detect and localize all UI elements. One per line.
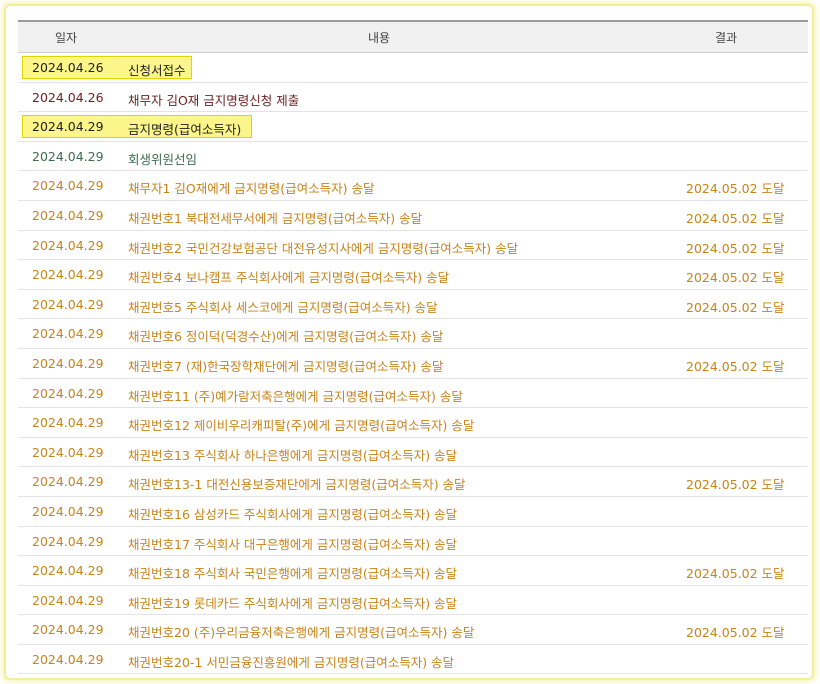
row-content: 채권번호20-1 서민금융진흥원에게 금지명령(급여소득자) 송달: [128, 654, 455, 670]
row-date: 2024.04.26: [32, 89, 104, 105]
table-row: 2024.04.29 금지명령(급여소득자): [18, 112, 808, 142]
row-result: 2024.05.02 도달: [686, 566, 785, 582]
row-content: 금지명령(급여소득자): [128, 122, 242, 138]
case-history-table: 일자 내용 결과 2024.04.26 신청서접수 2024.04.26 채무자…: [18, 20, 808, 675]
table-row: 2024.04.29 채권번호20 (주)우리금융저축은행에게 금지명령(급여소…: [18, 615, 808, 645]
row-content: 채권번호7 (재)한국장학재단에게 금지명령(급여소득자) 송달: [128, 358, 444, 374]
row-content: 채무자1 김O재에게 금지명령(급여소득자) 송달: [128, 181, 375, 197]
table-row: 2024.04.29 채권번호17 주식회사 대구은행에게 금지명령(급여소득자…: [18, 527, 808, 557]
table-row: 2024.04.29 채권번호12 제이비우리캐피탈(주)에게 금지명령(급여소…: [18, 408, 808, 438]
row-content: 채권번호18 주식회사 국민은행에게 금지명령(급여소득자) 송달: [128, 566, 458, 582]
row-date: 2024.04.29: [32, 119, 104, 135]
row-result: 2024.05.02 도달: [686, 358, 785, 374]
row-content: 채권번호5 주식회사 세스코에게 금지명령(급여소득자) 송달: [128, 299, 438, 315]
row-date: 2024.04.29: [32, 592, 104, 608]
row-content: 채권번호17 주식회사 대구은행에게 금지명령(급여소득자) 송달: [128, 536, 458, 552]
row-date: 2024.04.29: [32, 355, 104, 371]
row-date: 2024.04.29: [32, 178, 104, 194]
row-content: 신청서접수: [128, 63, 186, 78]
row-content: 채권번호6 정이덕(덕경수산)에게 금지명령(급여소득자) 송달: [128, 329, 444, 345]
row-date: 2024.04.29: [32, 444, 104, 460]
table-header: 일자 내용 결과: [18, 20, 808, 53]
row-date: 2024.04.29: [32, 533, 104, 549]
row-date: 2024.04.29: [32, 237, 104, 253]
table-row: 2024.04.29 채권번호19 롯데카드 주식회사에게 금지명령(급여소득자…: [18, 586, 808, 616]
row-content: 채권번호16 삼성카드 주식회사에게 금지명령(급여소득자) 송달: [128, 506, 458, 522]
row-content: 채권번호2 국민건강보험공단 대전유성지사에게 금지명령(급여소득자) 송달: [128, 240, 519, 256]
table-row: 2024.04.29 채권번호7 (재)한국장학재단에게 금지명령(급여소득자)…: [18, 349, 808, 379]
table-row: 2024.04.29 채권번호4 보나캠프 주식회사에게 금지명령(급여소득자)…: [18, 260, 808, 290]
row-content: 채권번호20 (주)우리금융저축은행에게 금지명령(급여소득자) 송달: [128, 625, 475, 641]
row-date: 2024.04.29: [32, 563, 104, 579]
row-date: 2024.04.29: [32, 385, 104, 401]
table-row: 2024.04.29 채권번호16 삼성카드 주식회사에게 금지명령(급여소득자…: [18, 497, 808, 527]
table-row: 2024.04.29 채권번호6 정이덕(덕경수산)에게 금지명령(급여소득자)…: [18, 319, 808, 349]
header-result: 결과: [714, 30, 738, 45]
table-row: 2024.04.29 채권번호13-1 대전신용보증재단에게 금지명령(급여소득…: [18, 467, 808, 497]
row-content: 채권번호1 북대전세무서에게 금지명령(급여소득자) 송달: [128, 210, 423, 226]
table-row: 2024.04.29 채권번호20-1 서민금융진흥원에게 금지명령(급여소득자…: [18, 645, 808, 675]
row-date: 2024.04.29: [32, 503, 104, 519]
row-content: 채권번호13 주식회사 하나은행에게 금지명령(급여소득자) 송달: [128, 447, 458, 463]
table-row: 2024.04.26 채무자 김O재 금지명령신청 제출: [18, 83, 808, 113]
row-date: 2024.04.29: [32, 651, 104, 667]
row-result: 2024.05.02 도달: [686, 299, 785, 315]
table-row: 2024.04.29 채권번호2 국민건강보험공단 대전유성지사에게 금지명령(…: [18, 231, 808, 261]
table-row: 2024.04.29 채권번호18 주식회사 국민은행에게 금지명령(급여소득자…: [18, 556, 808, 586]
row-date: 2024.04.29: [32, 296, 104, 312]
row-date: 2024.04.29: [32, 415, 104, 431]
row-content: 채권번호12 제이비우리캐피탈(주)에게 금지명령(급여소득자) 송달: [128, 418, 475, 434]
row-result: 2024.05.02 도달: [686, 477, 785, 493]
row-content: 채권번호13-1 대전신용보증재단에게 금지명령(급여소득자) 송달: [128, 477, 466, 493]
row-date: 2024.04.29: [32, 267, 104, 283]
table-row: 2024.04.29 채권번호11 (주)예가람저축은행에게 금지명령(급여소득…: [18, 379, 808, 409]
row-result: 2024.05.02 도달: [686, 181, 785, 197]
table-row: 2024.04.29 채무자1 김O재에게 금지명령(급여소득자) 송달 202…: [18, 171, 808, 201]
case-history-panel: 일자 내용 결과 2024.04.26 신청서접수 2024.04.26 채무자…: [4, 4, 814, 680]
row-result: 2024.05.02 도달: [686, 240, 785, 256]
table-row: 2024.04.29 채권번호1 북대전세무서에게 금지명령(급여소득자) 송달…: [18, 201, 808, 231]
row-content: 채무자 김O재 금지명령신청 제출: [128, 92, 300, 108]
row-date: 2024.04.29: [32, 474, 104, 490]
row-date: 2024.04.29: [32, 207, 104, 223]
row-result: 2024.05.02 도달: [686, 625, 785, 641]
row-date: 2024.04.29: [32, 148, 104, 164]
header-content: 내용: [367, 30, 391, 45]
table-row: 2024.04.29 회생위원선임: [18, 142, 808, 172]
table-row: 2024.04.29 채권번호5 주식회사 세스코에게 금지명령(급여소득자) …: [18, 290, 808, 320]
row-content: 회생위원선임: [128, 151, 198, 167]
row-content: 채권번호11 (주)예가람저축은행에게 금지명령(급여소득자) 송달: [128, 388, 463, 404]
row-date: 2024.04.26: [32, 60, 104, 75]
row-content: 채권번호19 롯데카드 주식회사에게 금지명령(급여소득자) 송달: [128, 595, 458, 611]
header-date: 일자: [54, 30, 78, 45]
row-content: 채권번호4 보나캠프 주식회사에게 금지명령(급여소득자) 송달: [128, 270, 450, 286]
row-result: 2024.05.02 도달: [686, 210, 785, 226]
row-date: 2024.04.29: [32, 622, 104, 638]
table-row: 2024.04.29 채권번호13 주식회사 하나은행에게 금지명령(급여소득자…: [18, 438, 808, 468]
table-row: 2024.04.26 신청서접수: [18, 53, 808, 83]
row-result: 2024.05.02 도달: [686, 270, 785, 286]
row-date: 2024.04.29: [32, 326, 104, 342]
